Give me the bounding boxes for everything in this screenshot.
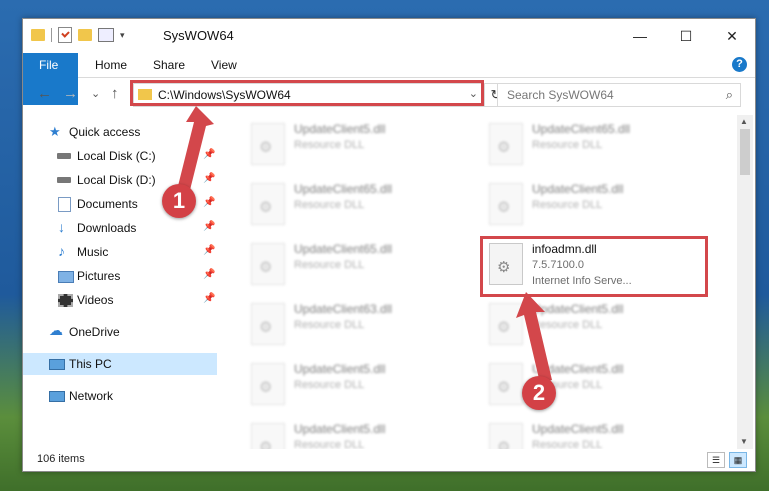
recent-locations-button[interactable]: ⌄ (91, 87, 100, 100)
pin-icon[interactable]: 📌 (203, 221, 215, 232)
sidebar-item-pictures[interactable]: Pictures 📌 (23, 265, 217, 287)
step-1-badge: 1 (162, 184, 196, 218)
dll-file-icon (251, 423, 285, 449)
search-input[interactable]: Search SysWOW64 ⌕ (497, 83, 741, 107)
file-item[interactable]: UpdateClient5.dll Resource DLL (249, 119, 474, 171)
file-item[interactable]: UpdateClient5.dll Resource DLL (487, 179, 712, 231)
close-button[interactable]: ✕ (709, 19, 755, 53)
sidebar-item-videos[interactable]: Videos 📌 (23, 289, 217, 311)
scroll-down-icon[interactable]: ▼ (740, 437, 748, 446)
scroll-up-icon[interactable]: ▲ (740, 117, 748, 126)
dll-file-icon (489, 183, 523, 225)
window-title: SysWOW64 (163, 28, 234, 43)
drive-icon (57, 153, 71, 159)
dll-file-icon (251, 123, 285, 165)
details-view-icon[interactable]: ☰ (707, 452, 725, 468)
item-count: 106 items (37, 453, 85, 465)
sidebar-item-downloads[interactable]: ↓ Downloads 📌 (23, 217, 217, 239)
videos-icon (58, 294, 73, 307)
file-item[interactable]: UpdateClient63.dll Resource DLL (249, 299, 474, 351)
minimize-button[interactable]: — (617, 19, 663, 53)
dll-file-icon (251, 303, 285, 345)
tab-view[interactable]: View (201, 53, 247, 77)
file-item[interactable]: UpdateClient5.dll Resource DLL (487, 299, 712, 351)
file-highlight-box (480, 236, 708, 297)
address-highlight-box (130, 80, 484, 106)
scrollbar-thumb[interactable] (740, 129, 750, 175)
pc-icon (49, 359, 65, 370)
step-2-badge: 2 (522, 376, 556, 410)
download-icon: ↓ (58, 219, 65, 235)
sidebar-item-local-disk-c[interactable]: Local Disk (C:) 📌 (23, 145, 217, 167)
drive-icon (57, 177, 71, 183)
file-item[interactable]: UpdateClient5.dll Resource DLL (487, 419, 712, 449)
up-button[interactable]: ↑ (111, 85, 119, 102)
dll-file-icon (489, 423, 523, 449)
sidebar-item-quick-access[interactable]: ★ Quick access (23, 121, 217, 143)
file-item[interactable]: UpdateClient5.dll Resource DLL (487, 359, 712, 411)
dll-file-icon (489, 303, 523, 345)
divider (51, 28, 52, 42)
navigation-pane: ★ Quick access Local Disk (C:) 📌 Local D… (23, 115, 217, 445)
file-item[interactable]: UpdateClient65.dll Resource DLL (249, 239, 474, 291)
music-icon: ♪ (58, 243, 65, 259)
dll-file-icon (251, 183, 285, 225)
dll-file-icon (251, 243, 285, 285)
sidebar-item-music[interactable]: ♪ Music 📌 (23, 241, 217, 263)
vertical-scrollbar[interactable]: ▲ ▼ (737, 115, 753, 449)
folder-icon (31, 29, 45, 41)
pin-icon[interactable]: 📌 (203, 269, 215, 280)
pin-icon[interactable]: 📌 (203, 149, 215, 160)
cloud-icon: ☁ (49, 322, 63, 338)
maximize-button[interactable]: ☐ (663, 19, 709, 53)
network-icon (49, 391, 65, 402)
dll-file-icon (489, 363, 523, 405)
back-button[interactable]: ← (37, 85, 52, 102)
status-bar: 106 items ☰ ▦ (23, 449, 755, 471)
tab-home[interactable]: Home (85, 53, 137, 77)
pin-icon[interactable]: 📌 (203, 173, 215, 184)
star-icon: ★ (49, 124, 61, 139)
qat-dropdown-icon[interactable]: ▾ (120, 30, 125, 41)
tab-share[interactable]: Share (143, 53, 195, 77)
documents-icon (58, 197, 71, 212)
pin-icon[interactable]: 📌 (203, 293, 215, 304)
pin-icon[interactable]: 📌 (203, 197, 215, 208)
forward-button[interactable]: → (63, 85, 78, 102)
customize-icon[interactable] (98, 28, 114, 42)
sidebar-item-this-pc[interactable]: This PC (23, 353, 217, 375)
properties-check-icon[interactable] (58, 27, 72, 43)
pictures-icon (58, 271, 74, 283)
ribbon-tabs: File Home Share View ? (23, 53, 755, 105)
search-placeholder: Search SysWOW64 (507, 88, 614, 102)
quick-access-toolbar: ▾ (31, 27, 125, 43)
file-item[interactable]: UpdateClient65.dll Resource DLL (249, 179, 474, 231)
dll-file-icon (489, 123, 523, 165)
sidebar-item-onedrive[interactable]: ☁ OneDrive (23, 321, 217, 343)
file-item[interactable]: UpdateClient5.dll Resource DLL (249, 359, 474, 411)
file-item[interactable]: UpdateClient65.dll Resource DLL (487, 119, 712, 171)
help-icon[interactable]: ? (732, 57, 747, 72)
pin-icon[interactable]: 📌 (203, 245, 215, 256)
file-item[interactable]: UpdateClient5.dll Resource DLL (249, 419, 474, 449)
title-bar: ▾ SysWOW64 — ☐ ✕ (23, 19, 755, 53)
sidebar-item-network[interactable]: Network (23, 385, 217, 407)
large-icons-view-icon[interactable]: ▦ (729, 452, 747, 468)
search-icon[interactable]: ⌕ (726, 87, 733, 103)
new-folder-icon[interactable] (78, 29, 92, 41)
dll-file-icon (251, 363, 285, 405)
